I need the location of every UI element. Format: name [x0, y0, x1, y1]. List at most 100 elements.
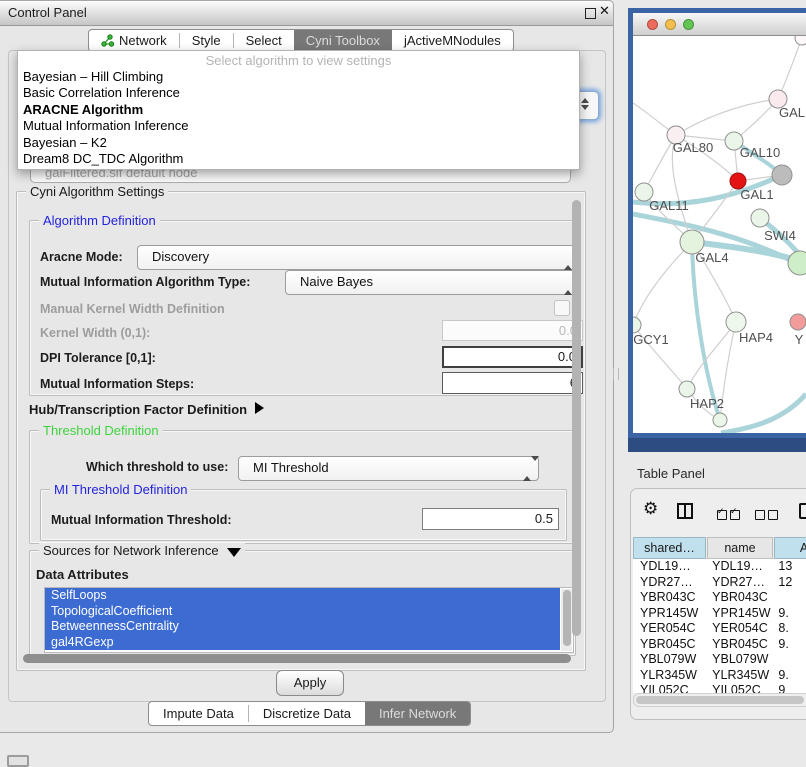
sources-group-title[interactable]: Sources for Network Inference [39, 543, 245, 558]
threshold-definition-group: Threshold Definition Which threshold to … [29, 430, 576, 544]
mi-threshold-label: Mutual Information Threshold: [51, 513, 232, 527]
spinner-up-icon [523, 461, 531, 481]
close-traffic-light-icon[interactable] [647, 19, 658, 30]
mi-threshold-group-title: MI Threshold Definition [50, 482, 191, 497]
node-label: GAL80 [673, 140, 713, 155]
table-panel-title: Table Panel [637, 466, 705, 481]
algorithm-option[interactable]: Mutual Information Inference [18, 118, 579, 134]
control-panel-titlebar: Control Panel ✕ [0, 1, 613, 26]
control-panel-window: Control Panel ✕ Network Style Select Cyn… [0, 0, 614, 733]
threshold-definition-title: Threshold Definition [39, 423, 163, 438]
tab-jactivemnodules[interactable]: jActiveMNodules [392, 30, 513, 51]
node-gray[interactable] [772, 165, 792, 185]
kernel-width-label: Kernel Width (0,1): [40, 326, 150, 340]
tab-discretize-data[interactable]: Discretize Data [249, 702, 365, 725]
attribute-item-selected[interactable]: BetweennessCentrality [45, 619, 560, 635]
float-window-icon[interactable] [585, 8, 596, 19]
data-attributes-list: SelfLoops TopologicalCoefficient Between… [44, 587, 574, 653]
dpi-tolerance-label: DPI Tolerance [0,1]: [40, 351, 156, 365]
algorithm-option[interactable]: Dream8 DC_TDC Algorithm [18, 151, 579, 167]
gear-icon[interactable]: ⚙ [643, 499, 658, 519]
which-threshold-select[interactable]: MI Threshold [238, 456, 539, 481]
window-title: Control Panel [8, 5, 87, 20]
table-row[interactable]: YDR27… YDR27… 12 [633, 575, 806, 591]
node-label: GAL [779, 105, 805, 120]
attribute-item-selected[interactable]: SelfLoops [45, 588, 560, 604]
table-row[interactable]: YBR045C YBR045C 9. [633, 637, 806, 653]
table-row[interactable]: YLR345W YLR345W 9. [633, 668, 806, 684]
table-row[interactable]: YDL19… YDL19… 13 [633, 559, 806, 575]
cyni-algorithm-settings-group: Cyni Algorithm Settings Algorithm Defini… [16, 191, 586, 671]
table-row[interactable]: YBR043C YBR043C [633, 590, 806, 606]
node-label: HAP2 [690, 396, 724, 411]
node-label: GAL10 [740, 145, 780, 160]
spinner-down-icon [581, 105, 589, 110]
hub-tf-definition-toggle[interactable]: Hub/Transcription Factor Definition [29, 402, 264, 417]
tab-network-label: Network [119, 33, 167, 48]
attribute-item-selected[interactable]: gal4RGexp [45, 635, 560, 651]
node-swi4[interactable] [751, 209, 769, 227]
attributes-scrollbar[interactable] [561, 589, 572, 651]
sources-group: Sources for Network Inference Data Attri… [29, 550, 576, 656]
mi-steps-input[interactable]: 6 [442, 372, 583, 394]
aracne-mode-select[interactable]: Discovery [137, 245, 580, 270]
apply-button[interactable]: Apply [276, 670, 344, 696]
minimize-traffic-light-icon[interactable] [665, 19, 676, 30]
new-column-icon[interactable] [799, 503, 806, 519]
network-canvas[interactable]: GAL80 GAL10 GAL1 GAL11 SWI4 GAL4 GCY1 HA… [633, 36, 806, 434]
node-label: HAP4 [739, 330, 773, 345]
mi-type-select[interactable]: Naive Bayes [285, 270, 580, 295]
dock-grip[interactable] [7, 755, 29, 767]
tab-network[interactable]: Network [89, 30, 179, 51]
mi-steps-label: Mutual Information Steps: [40, 377, 194, 391]
algorithm-definition-title: Algorithm Definition [39, 213, 160, 228]
mi-threshold-input[interactable]: 0.5 [422, 508, 559, 530]
table-row[interactable]: YER054C YER054C 8. [633, 621, 806, 637]
settings-horizontal-scrollbar[interactable] [23, 654, 571, 663]
select-all-columns-icon[interactable] [717, 506, 743, 524]
column-header-name[interactable]: name [707, 537, 773, 559]
collapse-down-icon [227, 548, 241, 557]
panel-splitter-handle[interactable] [613, 368, 619, 380]
dpi-tolerance-input[interactable]: 0.0 [442, 346, 583, 368]
tab-cyni-toolbox[interactable]: Cyni Toolbox [294, 30, 392, 51]
spinner-up-icon [564, 250, 572, 270]
table-row[interactable]: YPR145W YPR145W 9. [633, 606, 806, 622]
node-gcy1[interactable] [633, 317, 641, 333]
algorithm-option[interactable]: Bayesian – Hill Climbing [18, 69, 579, 85]
table-horizontal-scrollbar[interactable] [633, 693, 806, 707]
node-label: GAL4 [695, 250, 728, 265]
node-green-right[interactable] [788, 251, 806, 275]
algorithm-option[interactable]: Bayesian – K2 [18, 135, 579, 151]
deselect-columns-icon[interactable] [755, 506, 781, 524]
node-salmon[interactable] [790, 314, 806, 330]
node-hap2[interactable] [679, 381, 695, 397]
algorithm-popup-list: Select algorithm to view settings Bayesi… [17, 50, 580, 170]
zoom-traffic-light-icon[interactable] [683, 19, 694, 30]
close-icon[interactable]: ✕ [599, 4, 610, 19]
tab-impute-data[interactable]: Impute Data [149, 702, 248, 725]
algorithm-option[interactable]: Basic Correlation Inference [18, 85, 579, 101]
which-threshold-label: Which threshold to use: [86, 460, 228, 474]
table-body: YDL19… YDL19… 13 YDR27… YDR27… 12 YBR043… [633, 559, 806, 693]
table-panel: ⚙ shared… name A YDL19… YDL19… 13 YDR27…… [630, 488, 806, 720]
tab-style[interactable]: Style [180, 30, 233, 51]
manual-kernel-checkbox[interactable] [554, 300, 570, 316]
table-row[interactable]: YBL079W YBL079W [633, 652, 806, 668]
column-header-third[interactable]: A [774, 537, 806, 559]
tab-select[interactable]: Select [234, 30, 294, 51]
node-hap4[interactable] [726, 312, 746, 332]
split-view-icon[interactable] [677, 503, 693, 519]
tab-infer-network[interactable]: Infer Network [365, 702, 470, 725]
algorithm-option-selected[interactable]: ARACNE Algorithm [18, 102, 579, 118]
table-row[interactable]: YIL052C YIL052C 9 [633, 683, 806, 693]
node-label: GCY1 [633, 332, 668, 347]
mi-type-label: Mutual Information Algorithm Type: [40, 275, 250, 289]
spinner-up-icon [564, 275, 572, 295]
attribute-item-selected[interactable]: TopologicalCoefficient [45, 604, 560, 620]
node-bottom[interactable] [713, 413, 727, 427]
settings-vertical-scrollbar[interactable] [572, 200, 581, 636]
node-label: SWI4 [764, 228, 796, 243]
node-white-top[interactable] [795, 36, 806, 45]
column-header-shared-name[interactable]: shared… [633, 537, 706, 559]
